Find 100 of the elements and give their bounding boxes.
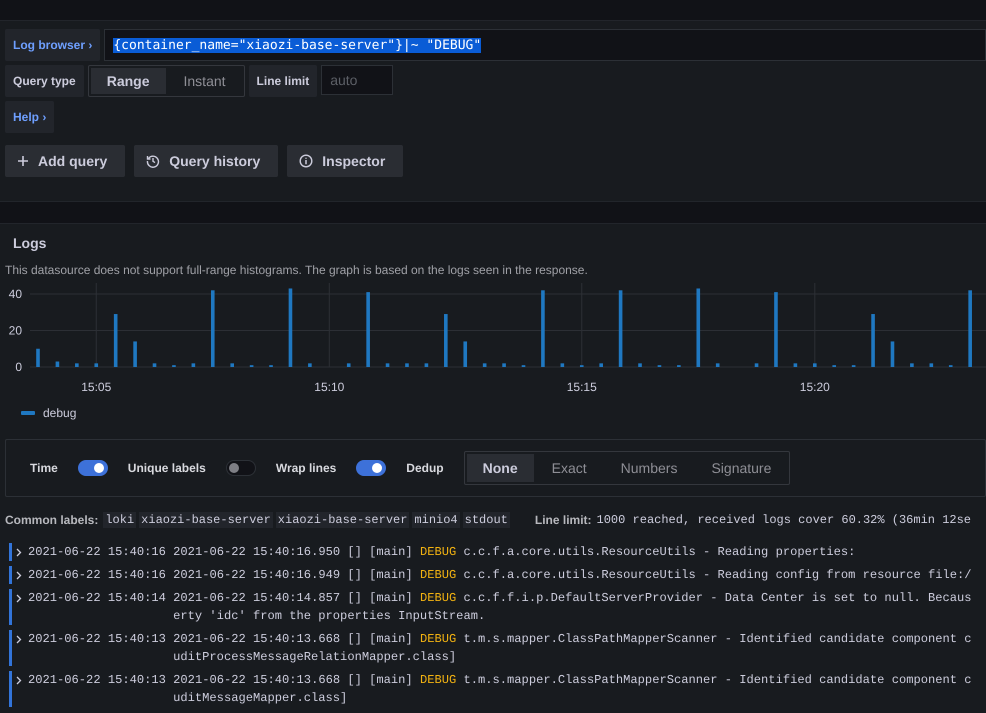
label-chip: xiaozi-base-server [276, 512, 410, 528]
log-prefix: 2021-06-22 15:40:16.950 [] [main] [173, 545, 413, 559]
toggle-switch[interactable] [356, 460, 386, 476]
help-button[interactable]: Help › [5, 101, 54, 133]
histogram-bar [716, 363, 720, 367]
histogram-bar [482, 363, 486, 367]
log-message: t.m.s.mapper.ClassPathMapperScanner - Identified candidate component c [464, 673, 972, 687]
info-icon [299, 154, 314, 168]
histogram-bar [424, 363, 428, 367]
log-level: DEBUG [420, 673, 456, 687]
query-type-option[interactable]: Range [90, 68, 166, 94]
log-time: 2021-06-22 15:40:13 [28, 673, 166, 687]
action-button[interactable]: Inspector [287, 145, 404, 177]
chevron-right-icon [16, 571, 22, 580]
histogram-bar [930, 363, 934, 367]
log-prefix: 2021-06-22 15:40:14.857 [] [main] [173, 591, 413, 605]
log-message-continuation: uditProcessMessageRelationMapper.class] [172, 649, 458, 666]
log-level: DEBUG [420, 632, 456, 646]
histogram-bar [346, 363, 351, 367]
dedup-option[interactable]: Numbers [604, 454, 694, 482]
line-limit-title: Line limit: [534, 513, 592, 527]
panel-title: Logs [12, 234, 48, 253]
dedup-option[interactable]: Exact [536, 454, 603, 482]
histogram-bar [56, 362, 60, 367]
x-axis-label: 15:10 [314, 380, 344, 394]
histogram-bar [813, 363, 817, 367]
log-message: c.c.f.a.core.utils.ResourceUtils - Reading config from resource file:/ [464, 568, 972, 582]
action-button[interactable]: Query history [134, 145, 278, 177]
label-chip: minio4 [412, 512, 460, 528]
log-message-continuation: uditMessageMapper.class] [172, 690, 348, 707]
common-labels-title: Common labels: [5, 513, 98, 527]
action-button[interactable]: Add query [5, 145, 126, 177]
histogram-bar [910, 363, 914, 367]
line-limit-label: Line limit [248, 65, 318, 97]
toggle-switch[interactable] [226, 460, 256, 476]
option-label: Dedup [406, 461, 444, 475]
histogram-bar [75, 363, 79, 367]
query-input-field[interactable]: {container_name="xiaozi-base-server"}|~ "DEBUG" [104, 29, 986, 61]
label-chip: stdout [462, 512, 510, 528]
toggle-switch[interactable] [78, 460, 108, 476]
option-label: Unique labels [128, 461, 206, 475]
log-row[interactable]: 2021-06-22 15:40:16 2021-06-22 15:40:16.950 [] [main] DEBUG c.c.f.a.core.utils.ResourceUtils - Reading properties: [9, 543, 986, 561]
query-type-option[interactable]: Instant [168, 68, 242, 94]
log-level: DEBUG [420, 545, 456, 559]
log-row[interactable]: 2021-06-22 15:40:13 2021-06-22 15:40:13.668 [] [main] DEBUG t.m.s.mapper.ClassPathMapperScanner - Identified candidate component c uditProcessMessageRelationMapper.class] [9, 630, 986, 666]
histogram-bar [230, 363, 234, 367]
log-level: DEBUG [420, 591, 456, 605]
histogram-bar [599, 363, 603, 367]
histogram-bar [754, 363, 758, 367]
log-time: 2021-06-22 15:40:14 [28, 591, 166, 605]
y-axis-label: 20 [8, 323, 22, 338]
log-browser-button[interactable]: Log browser › [5, 29, 100, 61]
histogram-bar [890, 341, 894, 367]
chevron-right-icon [16, 635, 22, 644]
log-level: DEBUG [420, 568, 456, 582]
dedup-option[interactable]: None [466, 454, 534, 482]
log-time: 2021-06-22 15:40:16 [28, 568, 166, 582]
chevron-right-icon [16, 676, 22, 685]
histogram-bar [794, 363, 798, 367]
legend-label: debug [43, 406, 76, 420]
x-axis-label: 15:20 [800, 380, 830, 394]
histogram-bar [871, 314, 875, 367]
query-type-label: Query type [5, 65, 84, 97]
log-time: 2021-06-22 15:40:16 [28, 545, 166, 559]
plus-icon [17, 155, 29, 167]
log-prefix: 2021-06-22 15:40:13.668 [] [main] [173, 673, 413, 687]
histogram-bar [308, 363, 312, 367]
option-label: Time [30, 461, 58, 475]
histogram-bar [94, 363, 98, 367]
option-label: Wrap lines [276, 461, 336, 475]
log-row[interactable]: 2021-06-22 15:40:14 2021-06-22 15:40:14.857 [] [main] DEBUG c.c.f.f.i.p.DefaultServerProvider - Data Center is set to null. Becaus erty 'idc' from the properties InputStream. [9, 589, 986, 625]
log-message-continuation: erty 'idc' from the properties InputStream. [172, 608, 486, 625]
history-icon [146, 154, 160, 168]
x-axis-label: 15:05 [81, 380, 112, 394]
histogram-bar [114, 314, 118, 367]
histogram-bar [133, 341, 137, 367]
log-prefix: 2021-06-22 15:40:13.668 [] [main] [173, 632, 413, 646]
log-message: c.c.f.a.core.utils.ResourceUtils - Reading properties: [464, 545, 856, 559]
histogram-bar [638, 363, 642, 367]
chevron-right-icon [16, 594, 22, 603]
y-axis-label: 0 [15, 360, 22, 374]
log-row[interactable]: 2021-06-22 15:40:16 2021-06-22 15:40:16.949 [] [main] DEBUG c.c.f.a.core.utils.ResourceUtils - Reading config from resource file:/ [9, 566, 986, 584]
dedup-option[interactable]: Signature [695, 454, 788, 482]
histogram-bar [36, 348, 40, 367]
line-limit-input[interactable]: auto [321, 65, 394, 95]
histogram-bar [152, 363, 156, 367]
histogram-bar [560, 363, 564, 367]
histogram-notice: This datasource does not support full-range histograms. The graph is based on the logs seen in the response. [4, 262, 589, 279]
label-chip: loki [103, 512, 136, 528]
log-row[interactable]: 2021-06-22 15:40:13 2021-06-22 15:40:13.668 [] [main] DEBUG t.m.s.mapper.ClassPathMapperScanner - Identified candidate component c uditMessageMapper.class] [9, 671, 986, 707]
histogram-bar [405, 363, 409, 367]
log-message: t.m.s.mapper.ClassPathMapperScanner - Identified candidate component c [464, 632, 972, 646]
log-message: c.c.f.f.i.p.DefaultServerProvider - Data Center is set to null. Becaus [464, 591, 972, 605]
histogram-bar [192, 363, 196, 367]
histogram-bar [386, 363, 390, 367]
label-chip: xiaozi-base-server [139, 512, 273, 528]
line-limit-text: 1000 reached, received logs cover 60.32% (36min 12se [596, 513, 971, 527]
histogram-bar [502, 363, 506, 367]
chevron-right-icon [16, 548, 22, 557]
log-prefix: 2021-06-22 15:40:16.949 [] [main] [173, 568, 413, 582]
